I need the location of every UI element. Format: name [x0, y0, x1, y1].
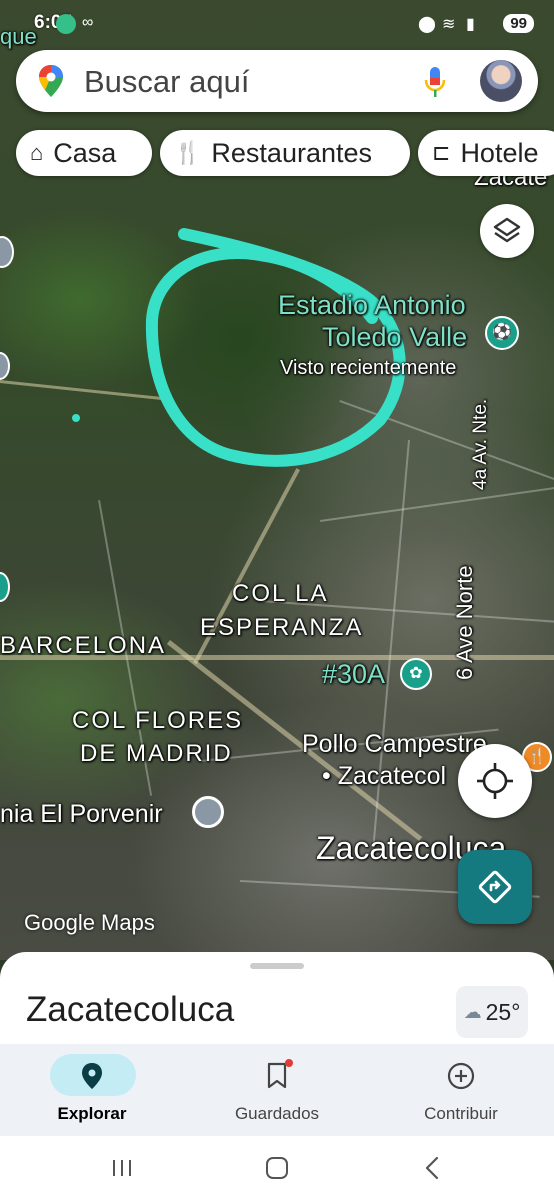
chip-hoteles[interactable]: ⊏ Hotele: [418, 130, 554, 176]
nav-contribuir[interactable]: Contribuir: [369, 1044, 553, 1136]
map-dot-marker: [72, 414, 80, 422]
map-label-30a[interactable]: #30A: [322, 659, 385, 690]
bottom-nav: Explorar Guardados Contribuir: [0, 1044, 554, 1136]
search-bar[interactable]: Buscar aquí: [16, 50, 538, 112]
notification-dot: [285, 1059, 293, 1067]
google-maps-pin-icon: [39, 65, 63, 97]
nav-label-guardados: Guardados: [234, 1104, 320, 1123]
map-label-col-esperanza-2: ESPERANZA: [200, 614, 364, 641]
map-label-porvenir[interactable]: nia El Porvenir: [0, 800, 163, 829]
temperature: 25°: [485, 998, 521, 1025]
search-input[interactable]: Buscar aquí: [84, 64, 249, 100]
crosshair-icon: [477, 763, 513, 799]
wifi-icon: ≋: [442, 16, 456, 33]
location-pin-icon: [82, 1063, 102, 1089]
battery-indicator: 99: [503, 14, 534, 33]
directions-icon: [478, 870, 512, 904]
location-icon: ⬤: [418, 16, 436, 33]
voicemail-icon: ∞: [82, 14, 94, 31]
nav-guardados[interactable]: Guardados: [185, 1044, 369, 1136]
weather-badge[interactable]: ☁ 25°: [456, 986, 528, 1038]
chip-label: Casa: [53, 137, 117, 168]
sheet-drag-handle[interactable]: [250, 963, 304, 969]
notification-icon: [56, 14, 76, 34]
nav-explorar[interactable]: Explorar: [0, 1044, 184, 1136]
stadium-marker-icon[interactable]: ⚽: [485, 316, 519, 350]
map-label-col-flores-1: COL FLORES: [72, 707, 244, 734]
layers-icon: [493, 217, 521, 243]
map-label-estadio[interactable]: Estadio Antonio: [278, 290, 466, 321]
bookmark-icon: [267, 1062, 287, 1089]
map-label-estadio-sub: Visto recientemente: [280, 357, 457, 379]
place-marker-icon[interactable]: [192, 796, 224, 828]
google-maps-logo: Google Maps: [24, 910, 155, 935]
fork-knife-icon: 🍴: [174, 140, 202, 165]
signal-icon: ▮: [466, 16, 475, 33]
map-label-6-ave: 6 Ave Norte: [452, 565, 477, 680]
place-sheet[interactable]: Zacatecoluca ☁ 25°: [0, 952, 554, 1048]
place-title: Zacatecoluca: [26, 990, 235, 1029]
recent-apps-icon[interactable]: [110, 1156, 134, 1180]
map-label-pollo-2[interactable]: • Zacatecol: [322, 762, 446, 791]
nav-label-explorar: Explorar: [57, 1104, 127, 1123]
chip-restaurantes[interactable]: 🍴 Restaurantes: [160, 130, 410, 176]
status-bar: 6:05 ∞ ⬤ ≋ ▮ 99: [0, 0, 554, 46]
my-location-button[interactable]: [458, 744, 532, 818]
back-icon[interactable]: [422, 1155, 442, 1181]
partly-cloudy-icon: ☁: [463, 1001, 482, 1022]
microphone-icon[interactable]: [424, 66, 446, 98]
bed-icon: ⊏: [432, 140, 451, 165]
chip-label: Restaurantes: [211, 137, 372, 168]
chip-label: Hotele: [460, 137, 539, 168]
chip-casa[interactable]: ⌂ Casa: [16, 130, 152, 176]
nav-label-contribuir: Contribuir: [424, 1104, 498, 1123]
layers-button[interactable]: [480, 204, 534, 258]
business-marker-icon[interactable]: ✿: [400, 658, 432, 690]
map-label-estadio-2[interactable]: Toledo Valle: [322, 322, 467, 353]
avatar[interactable]: [480, 60, 522, 102]
map-label-col-esperanza-1: COL LA: [232, 580, 329, 607]
map-label-barcelona: BARCELONA: [0, 632, 167, 659]
map-label-4a-ave: 4a Av. Nte.: [470, 398, 491, 490]
system-nav-bar: [0, 1136, 554, 1200]
home-icon: ⌂: [30, 140, 44, 165]
map-label-col-flores-2: DE MADRID: [80, 740, 233, 767]
add-circle-icon: [447, 1062, 475, 1090]
home-button-icon[interactable]: [264, 1155, 290, 1181]
directions-button[interactable]: [458, 850, 532, 924]
